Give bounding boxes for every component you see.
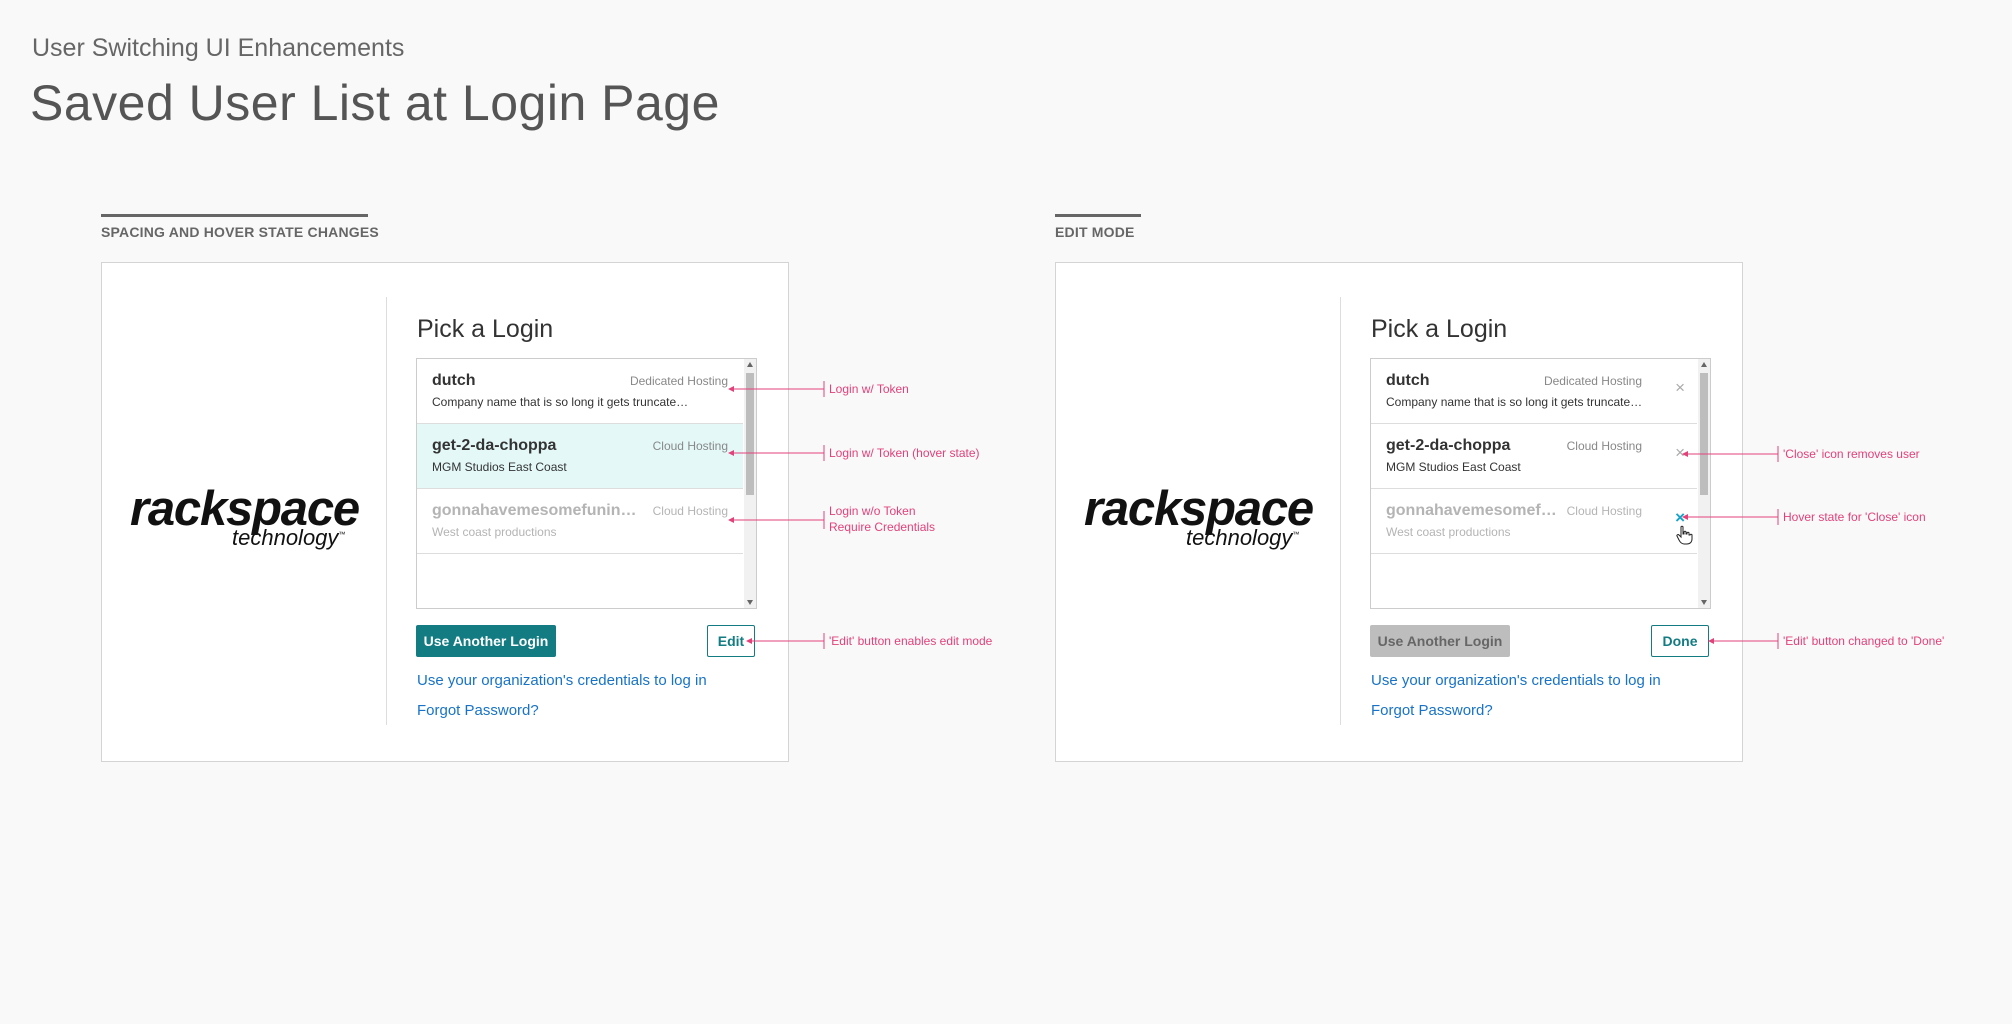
- done-button[interactable]: Done: [1651, 625, 1709, 657]
- scroll-down-arrow-icon[interactable]: [1701, 600, 1707, 605]
- scroll-thumb[interactable]: [1700, 373, 1708, 495]
- login-service: Cloud Hosting: [1566, 439, 1642, 453]
- login-row-gonnahave[interactable]: gonnahavemesomef… Cloud Hosting West coa…: [1371, 489, 1697, 554]
- rackspace-logo: rackspace technology™: [130, 485, 360, 550]
- list-scrollbar[interactable]: [1698, 359, 1710, 608]
- login-username: gonnahavemesomefunin…: [432, 502, 637, 519]
- use-another-login-button[interactable]: Use Another Login: [416, 625, 556, 657]
- section-label-edit-mode: EDIT MODE: [1055, 224, 1135, 240]
- login-username: get-2-da-choppa: [432, 437, 557, 454]
- login-service: Dedicated Hosting: [629, 374, 728, 388]
- close-icon[interactable]: ×: [1675, 444, 1685, 461]
- annotation-login-no-token: Login w/o Token: [829, 504, 916, 518]
- login-service: Cloud Hosting: [652, 439, 728, 453]
- saved-login-list: dutch Dedicated Hosting Company name tha…: [1370, 358, 1711, 609]
- annotation-login-token-hover: Login w/ Token (hover state): [829, 446, 980, 460]
- vertical-divider: [386, 297, 387, 725]
- login-username: dutch: [432, 372, 476, 389]
- login-org: West coast productions: [432, 525, 557, 539]
- annotation-edit-button: 'Edit' button enables edit mode: [829, 634, 993, 648]
- scroll-up-arrow-icon[interactable]: [1701, 362, 1707, 367]
- pick-login-heading: Pick a Login: [1371, 315, 1508, 343]
- close-icon[interactable]: ×: [1675, 379, 1685, 396]
- rackspace-logo: rackspace technology™: [1084, 485, 1314, 550]
- section-label-spacing: SPACING AND HOVER STATE CHANGES: [101, 224, 379, 240]
- login-org: Company name that is so long it gets tru…: [432, 395, 689, 409]
- login-username: gonnahavemesomef…: [1386, 502, 1557, 519]
- login-service: Cloud Hosting: [1566, 504, 1642, 518]
- close-icon-hover[interactable]: ×: [1675, 509, 1685, 526]
- list-scrollbar[interactable]: [744, 359, 756, 608]
- login-org: West coast productions: [1386, 525, 1511, 539]
- sso-login-link[interactable]: Use your organization's credentials to l…: [417, 672, 707, 689]
- annotation-require-credentials: Require Credentials: [829, 520, 936, 534]
- forgot-password-link[interactable]: Forgot Password?: [1371, 702, 1493, 719]
- login-row-get-2-da-choppa[interactable]: get-2-da-choppa Cloud Hosting MGM Studio…: [1371, 424, 1697, 489]
- login-card-normal: rackspace technology™ Pick a Login dutch…: [101, 262, 789, 762]
- login-card-edit-mode: rackspace technology™ Pick a Login dutch…: [1055, 262, 1743, 762]
- logo-tagline: technology™: [232, 525, 346, 550]
- annotation-close-hover: Hover state for 'Close' icon: [1783, 510, 1926, 524]
- edit-button[interactable]: Edit: [707, 625, 755, 657]
- use-another-login-button-disabled[interactable]: Use Another Login: [1370, 625, 1510, 657]
- login-row-dutch[interactable]: dutch Dedicated Hosting Company name tha…: [1371, 359, 1697, 424]
- vertical-divider: [1340, 297, 1341, 725]
- scroll-up-arrow-icon[interactable]: [747, 362, 753, 367]
- pick-login-heading: Pick a Login: [417, 315, 554, 343]
- page-subtitle: User Switching UI Enhancements: [32, 34, 405, 62]
- scroll-down-arrow-icon[interactable]: [747, 600, 753, 605]
- login-row-gonnahave[interactable]: gonnahavemesomefunin… Cloud Hosting West…: [417, 489, 743, 554]
- pointer-hand-cursor-icon: [1676, 525, 1693, 545]
- saved-login-list: dutch Dedicated Hosting Company name tha…: [416, 358, 757, 609]
- login-username: get-2-da-choppa: [1386, 437, 1511, 454]
- logo-tagline: technology™: [1186, 525, 1300, 550]
- sso-login-link[interactable]: Use your organization's credentials to l…: [1371, 672, 1661, 689]
- login-org: Company name that is so long it gets tru…: [1386, 395, 1643, 409]
- section-rule: [1055, 214, 1141, 217]
- login-username: dutch: [1386, 372, 1430, 389]
- login-org: MGM Studios East Coast: [432, 460, 567, 474]
- annotation-done-button: 'Edit' button changed to 'Done': [1783, 634, 1945, 648]
- forgot-password-link[interactable]: Forgot Password?: [417, 702, 539, 719]
- page-title: Saved User List at Login Page: [30, 75, 720, 131]
- scroll-thumb[interactable]: [746, 373, 754, 495]
- login-row-get-2-da-choppa[interactable]: get-2-da-choppa Cloud Hosting MGM Studio…: [417, 424, 743, 489]
- login-service: Cloud Hosting: [652, 504, 728, 518]
- login-org: MGM Studios East Coast: [1386, 460, 1521, 474]
- annotation-close-removes-user: 'Close' icon removes user: [1783, 447, 1920, 461]
- annotation-login-token: Login w/ Token: [829, 382, 909, 396]
- login-service: Dedicated Hosting: [1543, 374, 1642, 388]
- section-rule: [101, 214, 368, 217]
- login-row-dutch[interactable]: dutch Dedicated Hosting Company name tha…: [417, 359, 743, 424]
